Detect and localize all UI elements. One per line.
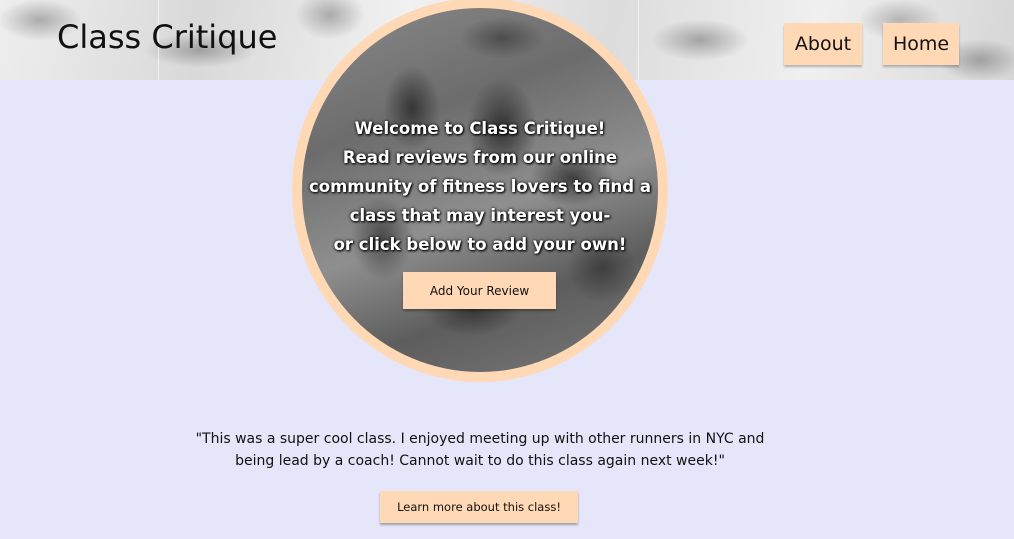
learn-more-button[interactable]: Learn more about this class! [380, 491, 578, 523]
nav-home-button[interactable]: Home [883, 23, 959, 65]
hero-line: class that may interest you- [349, 206, 611, 225]
review-quote-line: "This was a super cool class. I enjoyed … [195, 431, 765, 447]
hero-welcome-text: Welcome to Class Critique! Read reviews … [292, 114, 668, 259]
hero-line: Read reviews from our online [342, 148, 618, 167]
banner-tile-divider [638, 0, 639, 80]
page: Class Critique About Home Welcome to Cla… [0, 0, 1014, 539]
hero-line: or click below to add your own! [333, 235, 627, 254]
hero-line: Welcome to Class Critique! [354, 119, 606, 138]
add-review-button[interactable]: Add Your Review [403, 272, 556, 309]
review-quote: "This was a super cool class. I enjoyed … [150, 428, 810, 472]
review-quote-line: being lead by a coach! Cannot wait to do… [235, 453, 725, 469]
site-title[interactable]: Class Critique [57, 18, 277, 56]
hero-line: community of fitness lovers to find a [308, 177, 651, 196]
nav-about-button[interactable]: About [784, 23, 862, 65]
hero-circle: Welcome to Class Critique! Read reviews … [292, 0, 668, 382]
